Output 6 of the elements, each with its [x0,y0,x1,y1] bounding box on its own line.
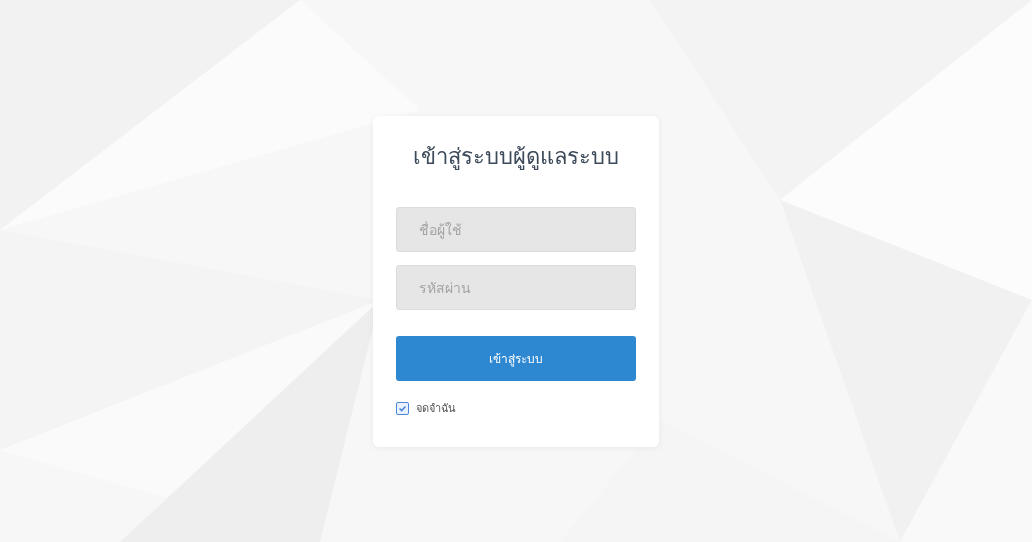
username-field[interactable]: ชื่อผู้ใช้ [396,207,636,252]
remember-checkbox[interactable] [396,401,409,415]
login-title: เข้าสู่ระบบผู้ดูแลระบบ [412,143,620,172]
remember-label[interactable]: จดจำฉัน [416,399,456,417]
login-button[interactable]: เข้าสู่ระบบ [396,336,636,381]
password-field[interactable]: รหัสผ่าน [396,265,636,310]
